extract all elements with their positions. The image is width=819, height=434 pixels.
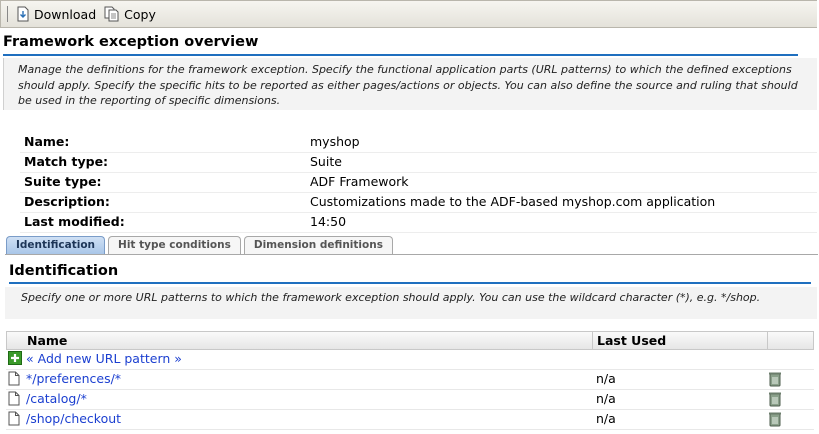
url-pattern-link[interactable]: /catalog/* (26, 391, 87, 406)
last-used-value: n/a (596, 391, 616, 406)
property-label: Match type: (24, 154, 109, 169)
property-last-modified: Last modified: 14:50 (20, 213, 817, 233)
document-icon (8, 411, 20, 426)
column-divider (767, 332, 768, 350)
copy-icon (104, 6, 119, 22)
trash-icon[interactable] (768, 371, 782, 387)
table-row: /catalog/* n/a (6, 390, 814, 410)
trash-icon[interactable] (768, 411, 782, 427)
table-row: /shop/checkout n/a (6, 410, 814, 430)
properties-list: Name: myshop Match type: Suite Suite typ… (20, 133, 817, 233)
document-icon (8, 391, 20, 406)
url-pattern-link[interactable]: /shop/checkout (26, 411, 121, 426)
add-icon[interactable] (8, 351, 22, 365)
download-button[interactable]: Download (16, 6, 96, 22)
tab-dimension-definitions[interactable]: Dimension definitions (243, 236, 393, 254)
property-label: Last modified: (24, 214, 125, 229)
section-description: Specify one or more URL patterns to whic… (5, 287, 817, 319)
property-description: Description: Customizations made to the … (20, 193, 817, 213)
last-used-value: n/a (596, 411, 616, 426)
toolbar-separator (7, 6, 8, 22)
copy-label: Copy (124, 6, 156, 22)
column-divider (592, 332, 593, 350)
copy-button[interactable]: Copy (104, 6, 156, 22)
toolbar: Download Copy (0, 0, 817, 28)
property-value: ADF Framework (310, 174, 409, 189)
property-name: Name: myshop (20, 133, 817, 153)
last-used-value: n/a (596, 371, 616, 386)
table-row: */preferences/* n/a (6, 370, 814, 390)
table-header: Name Last Used (6, 331, 814, 350)
url-pattern-table: Name Last Used « Add new URL pattern » *… (6, 331, 814, 430)
tab-hit-type-conditions[interactable]: Hit type conditions (108, 236, 241, 254)
page-description: Manage the definitions for the framework… (3, 58, 817, 110)
column-header-name[interactable]: Name (27, 333, 67, 348)
download-label: Download (34, 6, 97, 22)
property-label: Name: (24, 134, 70, 149)
property-match-type: Match type: Suite (20, 153, 817, 173)
trash-icon[interactable] (768, 391, 782, 407)
document-icon (8, 371, 20, 386)
tab-identification[interactable]: Identification (6, 236, 106, 254)
property-label: Description: (24, 194, 110, 209)
url-pattern-link[interactable]: */preferences/* (26, 371, 121, 386)
property-suite-type: Suite type: ADF Framework (20, 173, 817, 193)
add-url-pattern-link[interactable]: « Add new URL pattern » (26, 351, 182, 366)
page-title: Framework exception overview (3, 34, 798, 56)
property-value: Customizations made to the ADF-based mys… (310, 194, 716, 209)
column-header-last-used[interactable]: Last Used (597, 333, 666, 348)
property-value: 14:50 (310, 214, 347, 229)
download-icon (17, 6, 29, 22)
property-value: myshop (310, 134, 360, 149)
section-title: Identification (9, 263, 811, 284)
property-value: Suite (310, 154, 342, 169)
tab-divider (5, 254, 818, 255)
property-label: Suite type: (24, 174, 102, 189)
tab-bar: Identification Hit type conditions Dimen… (6, 236, 396, 254)
add-row: « Add new URL pattern » (6, 350, 814, 370)
